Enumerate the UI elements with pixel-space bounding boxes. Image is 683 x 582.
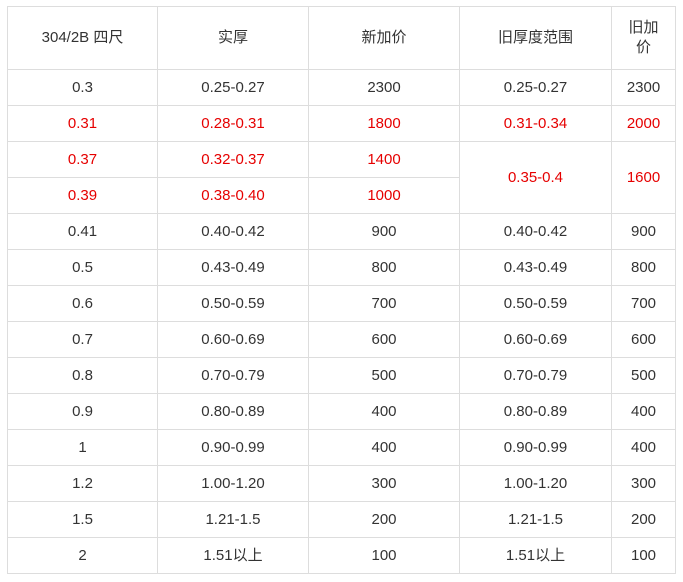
cell-old-price: 400: [611, 393, 676, 430]
cell-old-price: 600: [611, 321, 676, 358]
cell-new-price: 900: [308, 213, 460, 250]
cell-new-price: 700: [308, 285, 460, 322]
cell-nominal: 1.2: [7, 465, 158, 502]
cell-nominal: 0.3: [7, 69, 158, 106]
table-row: 1.2 1.00-1.20 300 1.00-1.20 300: [7, 465, 676, 502]
cell-old-price: 800: [611, 249, 676, 286]
cell-new-price: 600: [308, 321, 460, 358]
cell-new-price: 400: [308, 429, 460, 466]
table-row: 0.31 0.28-0.31 1800 0.31-0.34 2000: [7, 105, 676, 142]
cell-nominal: 0.5: [7, 249, 158, 286]
cell-old-range: 0.25-0.27: [459, 69, 612, 106]
cell-actual: 0.32-0.37: [157, 141, 309, 178]
table-row: 0.3 0.25-0.27 2300 0.25-0.27 2300: [7, 69, 676, 106]
cell-nominal: 1.5: [7, 501, 158, 538]
table-row: 0.6 0.50-0.59 700 0.50-0.59 700: [7, 285, 676, 322]
cell-old-price: 1600: [611, 141, 676, 214]
cell-nominal: 1: [7, 429, 158, 466]
cell-new-price: 100: [308, 537, 460, 574]
cell-old-range: 0.40-0.42: [459, 213, 612, 250]
cell-old-range: 0.50-0.59: [459, 285, 612, 322]
cell-nominal: 0.9: [7, 393, 158, 430]
cell-nominal: 0.31: [7, 105, 158, 142]
cell-old-range: 1.00-1.20: [459, 465, 612, 502]
cell-old-range: 1.51以上: [459, 537, 612, 574]
cell-old-price: 100: [611, 537, 676, 574]
header-nominal-thickness: 304/2B 四尺: [7, 6, 158, 70]
cell-actual: 0.43-0.49: [157, 249, 309, 286]
cell-nominal: 0.41: [7, 213, 158, 250]
header-row: 304/2B 四尺 实厚 新加价 旧厚度范围 旧加价: [7, 6, 676, 70]
cell-nominal: 0.6: [7, 285, 158, 322]
table-row: 1 0.90-0.99 400 0.90-0.99 400: [7, 429, 676, 466]
cell-old-price: 500: [611, 357, 676, 394]
cell-old-range: 0.60-0.69: [459, 321, 612, 358]
cell-new-price: 1400: [308, 141, 460, 178]
cell-nominal: 0.37: [7, 141, 158, 178]
table-row: 1.5 1.21-1.5 200 1.21-1.5 200: [7, 501, 676, 538]
cell-new-price: 300: [308, 465, 460, 502]
header-old-price: 旧加价: [611, 6, 676, 70]
cell-old-range: 0.35-0.4: [459, 141, 612, 214]
cell-new-price: 400: [308, 393, 460, 430]
cell-old-price: 200: [611, 501, 676, 538]
cell-nominal: 2: [7, 537, 158, 574]
cell-actual: 0.28-0.31: [157, 105, 309, 142]
cell-new-price: 1800: [308, 105, 460, 142]
cell-old-range: 0.80-0.89: [459, 393, 612, 430]
cell-new-price: 500: [308, 357, 460, 394]
cell-old-price: 900: [611, 213, 676, 250]
cell-actual: 0.50-0.59: [157, 285, 309, 322]
cell-new-price: 2300: [308, 69, 460, 106]
cell-actual: 0.40-0.42: [157, 213, 309, 250]
cell-new-price: 1000: [308, 177, 460, 214]
cell-new-price: 800: [308, 249, 460, 286]
table-row: 0.7 0.60-0.69 600 0.60-0.69 600: [7, 321, 676, 358]
header-old-range: 旧厚度范围: [459, 6, 612, 70]
table-row: 0.8 0.70-0.79 500 0.70-0.79 500: [7, 357, 676, 394]
cell-old-range: 0.43-0.49: [459, 249, 612, 286]
cell-old-range: 0.90-0.99: [459, 429, 612, 466]
cell-old-price: 2000: [611, 105, 676, 142]
cell-actual: 0.60-0.69: [157, 321, 309, 358]
cell-old-range: 0.70-0.79: [459, 357, 612, 394]
table-row: 0.37 0.32-0.37 1400 0.35-0.4 1600: [7, 141, 676, 214]
cell-old-range: 0.31-0.34: [459, 105, 612, 142]
cell-actual: 0.25-0.27: [157, 69, 309, 106]
cell-actual: 1.21-1.5: [157, 501, 309, 538]
cell-old-price: 700: [611, 285, 676, 322]
table-row: 2 1.51以上 100 1.51以上 100: [7, 537, 676, 574]
cell-old-price: 2300: [611, 69, 676, 106]
cell-nominal: 0.39: [7, 177, 158, 214]
cell-actual: 1.00-1.20: [157, 465, 309, 502]
price-table: 304/2B 四尺 实厚 新加价 旧厚度范围 旧加价 0.3 0.25-0.27…: [7, 6, 676, 574]
cell-nominal: 0.8: [7, 357, 158, 394]
header-actual-thickness: 实厚: [157, 6, 309, 70]
cell-new-price: 200: [308, 501, 460, 538]
cell-actual: 0.38-0.40: [157, 177, 309, 214]
table-row: 0.41 0.40-0.42 900 0.40-0.42 900: [7, 213, 676, 250]
table-row: 0.9 0.80-0.89 400 0.80-0.89 400: [7, 393, 676, 430]
cell-actual: 0.80-0.89: [157, 393, 309, 430]
cell-old-price: 300: [611, 465, 676, 502]
cell-actual: 1.51以上: [157, 537, 309, 574]
cell-old-range: 1.21-1.5: [459, 501, 612, 538]
table-row: 0.5 0.43-0.49 800 0.43-0.49 800: [7, 249, 676, 286]
cell-old-price: 400: [611, 429, 676, 466]
cell-actual: 0.90-0.99: [157, 429, 309, 466]
cell-nominal: 0.7: [7, 321, 158, 358]
cell-actual: 0.70-0.79: [157, 357, 309, 394]
header-new-price: 新加价: [308, 6, 460, 70]
